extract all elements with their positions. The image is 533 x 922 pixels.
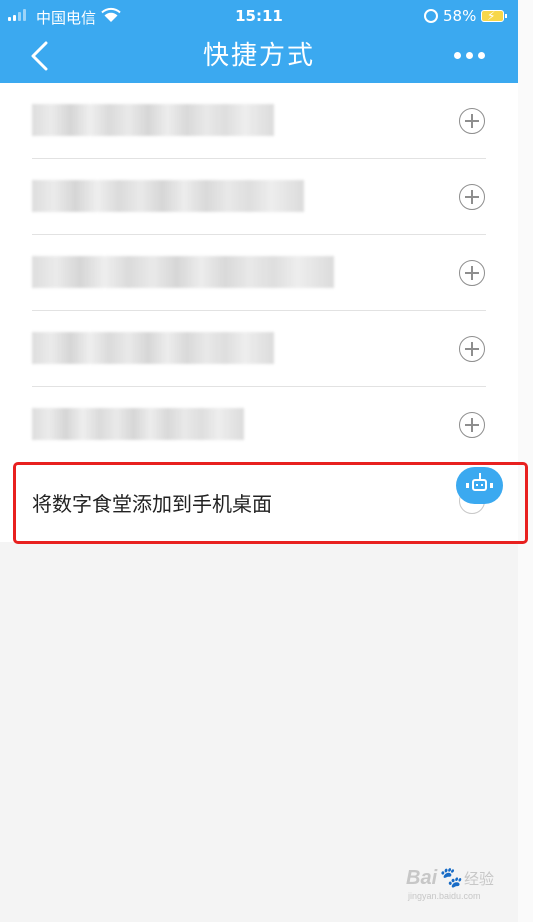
watermark-suffix: 经验 (464, 870, 495, 888)
list-item[interactable] (0, 311, 518, 387)
blurred-label (32, 256, 334, 288)
assistant-robot-button[interactable] (456, 467, 503, 504)
top-bar: 中国电信 15:11 58% ⚡ 快捷方式 (0, 0, 518, 83)
list-item[interactable] (0, 387, 518, 463)
paw-icon: 🐾 (437, 867, 463, 889)
robot-icon (472, 479, 487, 491)
battery-icon: ⚡ (481, 9, 507, 23)
watermark: Bai🐾 经验 jingyan.baidu.com (406, 865, 506, 905)
add-circle-icon[interactable] (459, 336, 485, 362)
watermark-url: jingyan.baidu.com (408, 891, 481, 901)
status-bar: 中国电信 15:11 58% ⚡ (0, 0, 518, 32)
dot-icon (478, 52, 485, 59)
blurred-label (32, 104, 274, 136)
highlight-box (13, 462, 528, 544)
watermark-logo: Bai (406, 867, 438, 889)
status-time: 15:11 (235, 7, 283, 25)
phone-screen: 中国电信 15:11 58% ⚡ 快捷方式 将数字食堂添加到手机桌面 (0, 0, 518, 922)
navigation-bar: 快捷方式 (0, 32, 518, 83)
dot-icon (466, 52, 473, 59)
blurred-label (32, 180, 304, 212)
blurred-label (32, 408, 244, 440)
list-item[interactable] (0, 159, 518, 235)
add-circle-icon[interactable] (459, 108, 485, 134)
dot-icon (454, 52, 461, 59)
add-circle-icon[interactable] (459, 260, 485, 286)
shortcut-list (0, 83, 518, 463)
robot-ear (466, 483, 469, 488)
add-circle-icon[interactable] (459, 184, 485, 210)
more-options-button[interactable] (454, 52, 485, 59)
list-item[interactable] (0, 235, 518, 311)
blurred-label (32, 332, 274, 364)
list-item[interactable] (0, 83, 518, 159)
page-title: 快捷方式 (202, 41, 315, 71)
robot-ear (490, 483, 493, 488)
battery-percent: 58% (443, 7, 477, 25)
add-circle-icon[interactable] (459, 412, 485, 438)
rotation-lock-icon (424, 9, 438, 23)
page-margin (518, 0, 533, 922)
